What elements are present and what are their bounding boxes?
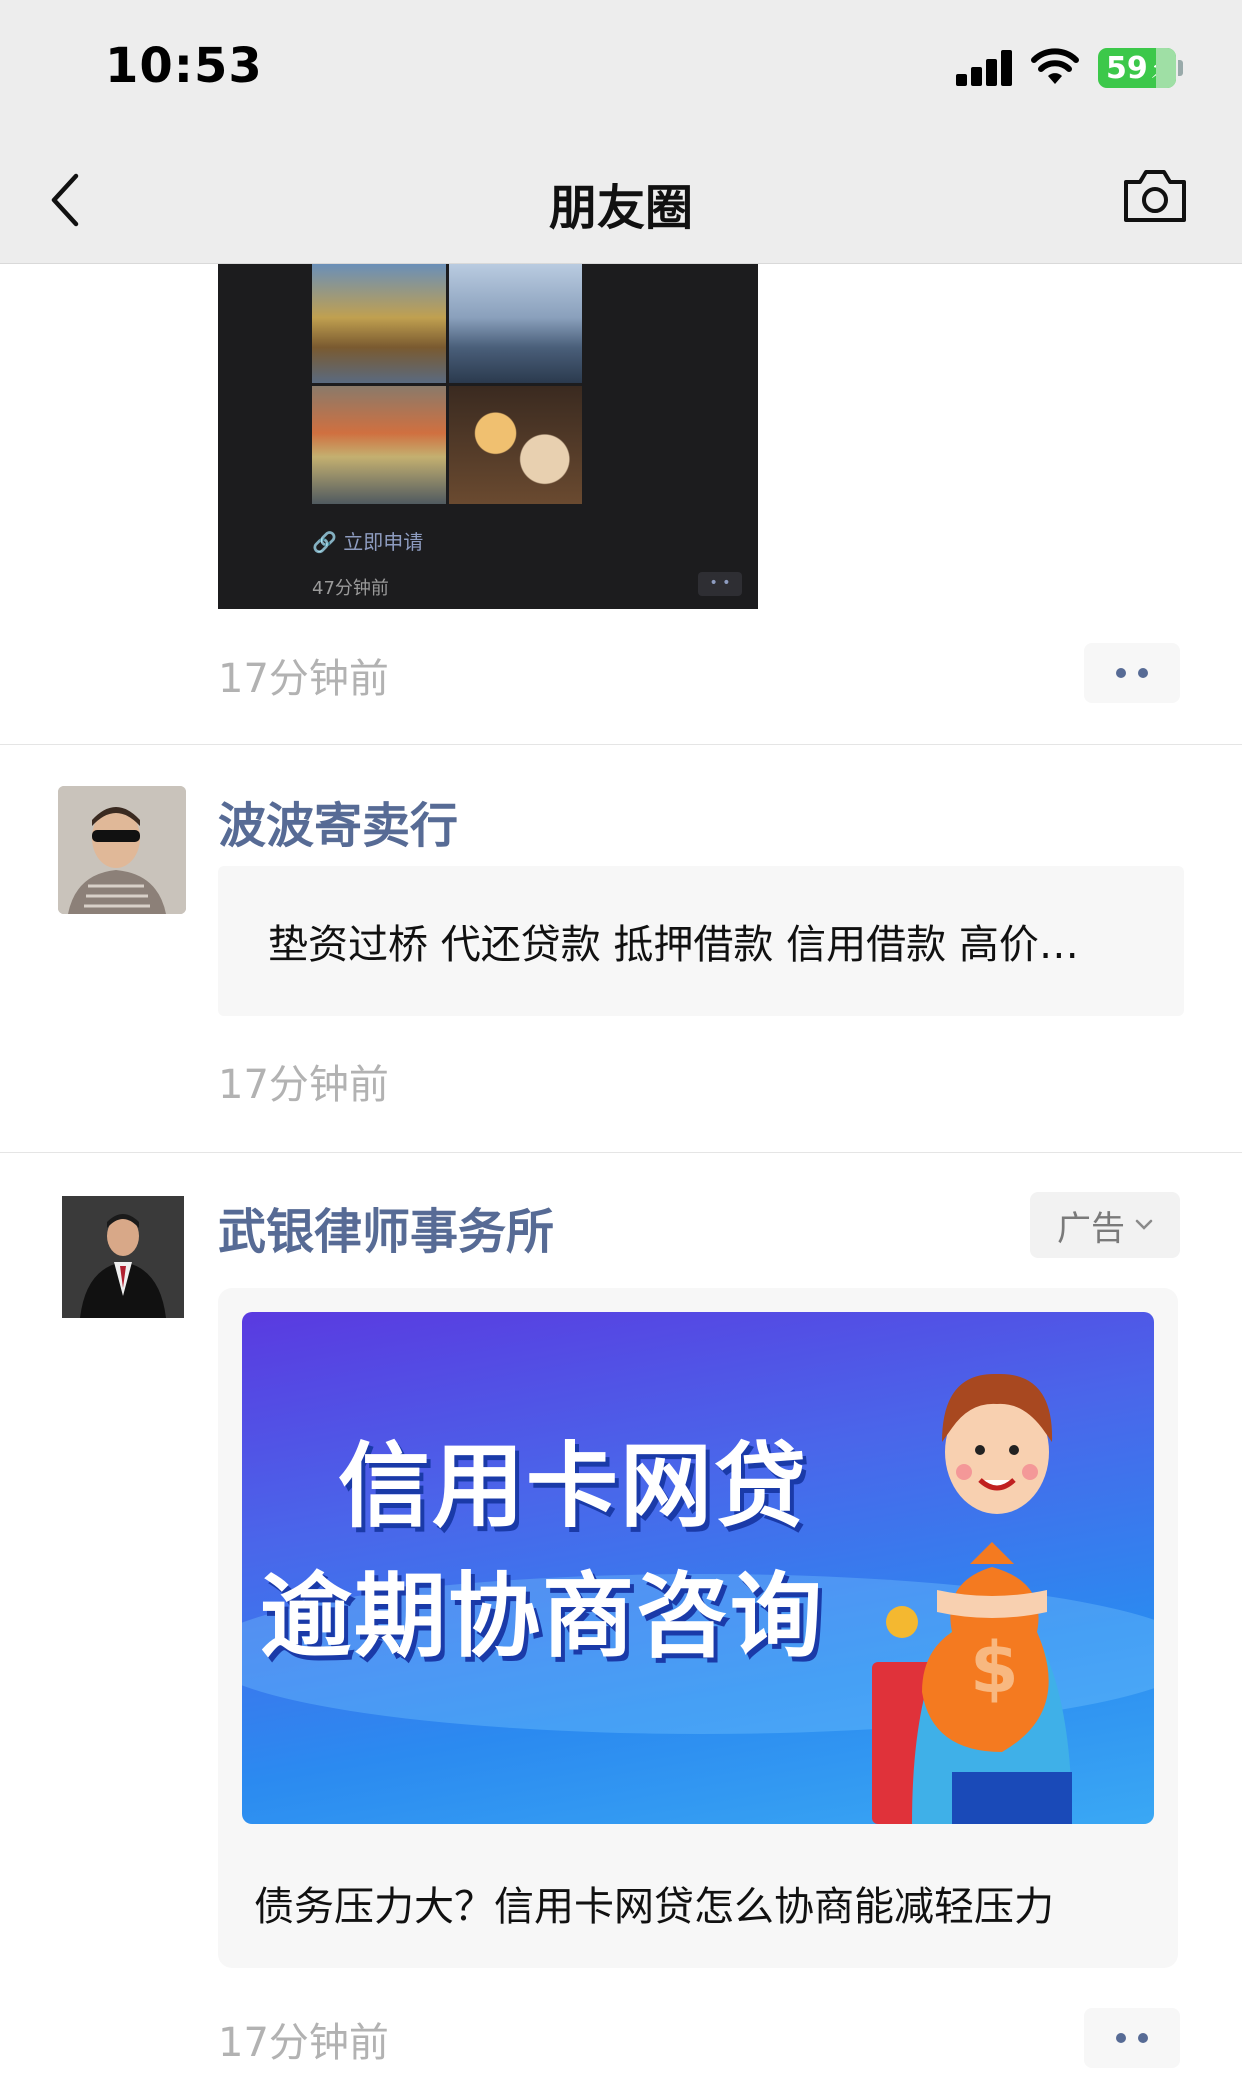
svg-text:$: $ <box>970 1627 1019 1709</box>
apply-link[interactable]: 🔗 立即申请 <box>312 526 423 555</box>
cartoon-man-money-bag-illustration: $ <box>872 1373 1072 1824</box>
photo-golden-bauhinia[interactable] <box>312 264 446 383</box>
chevron-down-icon <box>1135 1219 1153 1230</box>
page-title: 朋友圈 <box>548 180 693 236</box>
battery-indicator: 59 ⚡ <box>1098 48 1176 88</box>
shared-link-text: 垫资过桥 代还贷款 抵押借款 信用借款 高价… <box>268 922 1079 968</box>
ad-banner-image[interactable]: 信用卡网贷 逾期协商咨询 $ <box>242 1312 1154 1824</box>
avatar[interactable] <box>58 786 186 914</box>
shared-post-media[interactable]: 🔗 立即申请 47分钟前 • • <box>218 264 758 609</box>
dot-icon <box>1116 668 1126 678</box>
shared-link-card[interactable]: 垫资过桥 代还贷款 抵押借款 信用借款 高价… <box>218 866 1184 1016</box>
dot-icon <box>1116 2033 1126 2043</box>
apply-link-label: 立即申请 <box>343 530 424 554</box>
camera-icon <box>1124 170 1186 222</box>
status-time: 10:53 <box>105 38 263 94</box>
battery-level: 59 <box>1106 50 1148 86</box>
ad-label-button[interactable]: 广告 <box>1030 1192 1180 1258</box>
camera-button[interactable] <box>1122 168 1188 224</box>
inner-post-time: 47分钟前 <box>312 578 389 599</box>
wifi-icon <box>1031 48 1079 84</box>
nickname[interactable]: 武银律师事务所 <box>218 1192 554 1262</box>
avatar-person-icon <box>58 786 186 914</box>
avatar-person-icon <box>62 1196 184 1318</box>
photo-street-scene[interactable] <box>312 385 446 504</box>
post-time: 17分钟前 <box>218 2020 389 2066</box>
photo-dim-sum[interactable] <box>448 385 582 504</box>
battery-empty-portion <box>1156 48 1176 88</box>
dot-icon <box>1138 668 1148 678</box>
post-time: 17分钟前 <box>218 656 389 702</box>
photo-city-skyline[interactable] <box>448 264 582 383</box>
banner-headline-1: 信用卡网贷 <box>338 1433 809 1540</box>
dot-icon <box>1138 2033 1148 2043</box>
inner-more-button: • • <box>698 572 742 596</box>
photo-grid <box>312 264 582 504</box>
top-header: 10:53 59 ⚡ 朋友圈 <box>0 0 1242 264</box>
ad-card[interactable]: 信用卡网贷 逾期协商咨询 $ 债务压力大？信用卡网贷怎么协商能减轻压力 <box>218 1288 1178 1968</box>
nickname[interactable]: 波波寄卖行 <box>218 786 458 856</box>
link-icon: 🔗 <box>312 530 337 554</box>
post-time: 17分钟前 <box>218 1062 389 1108</box>
post-divider <box>0 1152 1242 1153</box>
more-actions-button[interactable] <box>1084 643 1180 703</box>
ad-label: 广告 <box>1057 1208 1125 1249</box>
avatar[interactable] <box>62 1196 184 1318</box>
post-divider <box>0 744 1242 745</box>
cellular-signal-icon <box>956 50 1014 86</box>
battery-cap <box>1178 60 1183 76</box>
banner-headline-2: 逾期协商咨询 <box>260 1563 825 1670</box>
ad-caption: 债务压力大？信用卡网贷怎么协商能减轻压力 <box>254 1884 1054 1930</box>
more-actions-button[interactable] <box>1084 2008 1180 2068</box>
